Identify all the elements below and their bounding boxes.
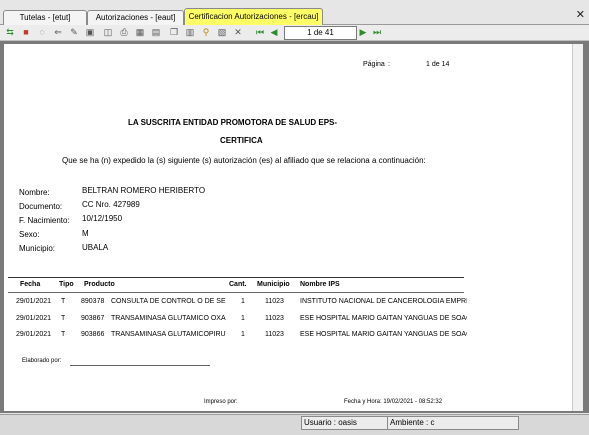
field-label-documento: Documento: <box>19 202 63 211</box>
column-header-producto: Producto <box>84 281 115 288</box>
cell-tipo: T <box>61 315 66 322</box>
cell-codigo: 890378 <box>81 298 105 305</box>
back-icon[interactable]: ⇐ <box>52 26 64 38</box>
edit-icon[interactable]: ✎ <box>68 26 80 38</box>
layout-icon[interactable]: ▦ <box>134 26 146 38</box>
field-label-sexo: Sexo: <box>19 230 40 239</box>
tools-icon[interactable]: ✕ <box>232 26 244 38</box>
column-header-cant: Cant. <box>229 281 247 288</box>
page-label: Página <box>363 61 385 68</box>
page-separator: : <box>388 61 390 68</box>
table-top-rule <box>8 277 464 278</box>
tab-autorizaciones[interactable]: Autorizaciones - [eaut] <box>87 10 184 25</box>
elaborado-signature-line <box>70 365 210 366</box>
field-value-documento: CC Nro. 427989 <box>82 200 140 209</box>
page-number: 1 de 14 <box>426 61 450 68</box>
elaborado-label: Elaborado por: <box>22 358 62 364</box>
field-value-municipio: UBALA <box>82 243 109 252</box>
field-label-nombre: Nombre: <box>19 188 50 197</box>
comment-icon[interactable]: ◌ <box>36 26 48 38</box>
cell-producto: TRANSAMINASA GLUTAMICOPIRUVIC <box>111 331 226 338</box>
application-window: Tutelas - [etut] Autorizaciones - [eaut]… <box>0 0 589 435</box>
last-page-icon[interactable]: ⏭ <box>371 26 383 38</box>
tab-certificacion-autorizaciones[interactable]: Certificacion Autorizaciones - [ercau] <box>184 8 323 25</box>
vertical-scrollbar[interactable] <box>572 44 583 411</box>
tab-tutelas[interactable]: Tutelas - [etut] <box>3 10 87 25</box>
cell-codigo: 903867 <box>81 315 105 322</box>
export-icon[interactable]: ⇆ <box>4 26 16 38</box>
tab-bar: Tutelas - [etut] Autorizaciones - [eaut]… <box>0 8 589 25</box>
field-value-nacimiento: 10/12/1950 <box>82 214 123 223</box>
preview-icon[interactable]: ◫ <box>102 26 114 38</box>
cell-nombre-ips: ESE HOSPITAL MARIO GAITAN YANGUAS DE SOA… <box>300 331 467 338</box>
impreso-label: Impreso por: <box>204 399 238 405</box>
cell-municipio: 11023 <box>265 315 284 322</box>
cell-producto: TRANSAMINASA GLUTAMICO OXALAC <box>111 315 226 322</box>
status-bar: Usuario : oasis Ambiente : c <box>0 414 589 435</box>
report-heading: LA SUSCRITA ENTIDAD PROMOTORA DE SALUD E… <box>128 118 338 127</box>
cell-producto: CONSULTA DE CONTROL O DE SEGUI <box>111 298 226 305</box>
cell-nombre-ips: ESE HOSPITAL MARIO GAITAN YANGUAS DE SOA… <box>300 315 467 322</box>
field-label-nacimiento: F. Nacimiento: <box>19 216 70 225</box>
zoom-icon[interactable]: ⚲ <box>200 26 212 38</box>
field-value-sexo: M <box>82 229 89 238</box>
cell-codigo: 903866 <box>81 331 105 338</box>
cell-cant: 1 <box>241 331 245 338</box>
cell-tipo: T <box>61 298 66 305</box>
save-icon[interactable]: ▣ <box>84 26 96 38</box>
cell-tipo: T <box>61 331 66 338</box>
column-header-fecha: Fecha <box>20 281 41 288</box>
cell-municipio: 11023 <box>265 298 284 305</box>
cell-fecha: 29/01/2021 <box>16 315 52 322</box>
fecha-hora: Fecha y Hora: 19/02/2021 - 08:52:32 <box>344 399 443 405</box>
cell-cant: 1 <box>241 298 245 305</box>
column-header-nombre-ips: Nombre IPS <box>300 281 340 288</box>
report-page: Página : 1 de 14 LA SUSCRITA ENTIDAD PRO… <box>4 44 582 411</box>
next-page-icon[interactable]: ▶ <box>357 26 369 38</box>
first-page-icon[interactable]: ⏮ <box>254 26 266 38</box>
paste-icon[interactable]: ▥ <box>184 26 196 38</box>
page-indicator-field[interactable]: 1 de 41 <box>284 26 357 40</box>
cell-municipio: 11023 <box>265 331 284 338</box>
field-label-municipio: Municipio: <box>19 244 56 253</box>
report-intro: Que se ha (n) expedido la (s) siguiente … <box>62 156 426 165</box>
previous-page-icon[interactable]: ◀ <box>268 26 280 38</box>
status-usuario: Usuario : oasis <box>301 416 391 430</box>
cell-fecha: 29/01/2021 <box>16 298 52 305</box>
report-subheading: CERTIFICA <box>220 136 263 145</box>
cell-nombre-ips: INSTITUTO NACIONAL DE CANCEROLOGIA EMPRE… <box>300 298 467 305</box>
close-window-icon[interactable]: ✕ <box>576 9 585 21</box>
print-icon[interactable]: ⎙ <box>118 26 130 38</box>
column-header-municipio: Municipio <box>257 281 290 288</box>
status-ambiente: Ambiente : c <box>387 416 519 430</box>
cell-fecha: 29/01/2021 <box>16 331 52 338</box>
cell-cant: 1 <box>241 315 245 322</box>
grid-icon[interactable]: ▤ <box>150 26 162 38</box>
column-header-tipo: Tipo <box>59 281 74 288</box>
field-value-nombre: BELTRAN ROMERO HERIBERTO <box>82 186 206 195</box>
copy-icon[interactable]: ❐ <box>168 26 180 38</box>
fit-icon[interactable]: ▧ <box>216 26 228 38</box>
stop-icon[interactable]: ■ <box>20 26 32 38</box>
table-header-rule <box>8 292 464 293</box>
